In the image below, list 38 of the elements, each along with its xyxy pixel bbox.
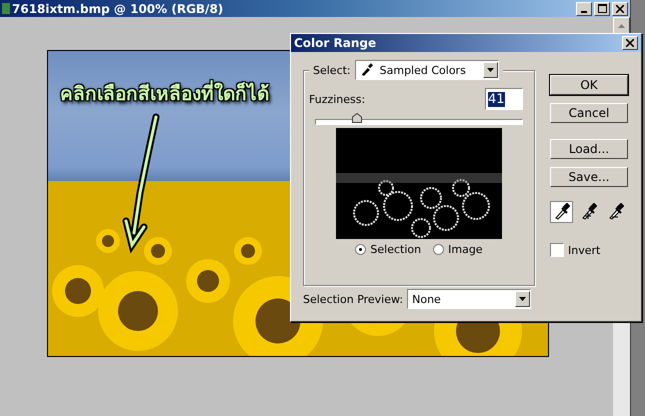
scroll-up-button[interactable] (613, 17, 630, 34)
close-button[interactable] (612, 2, 628, 16)
callout-text: คลิกเลือกสีเหลืองที่ใดก็ได้ (60, 78, 269, 108)
document-icon (2, 2, 10, 15)
eyedropper-icon (360, 63, 374, 77)
minimize-icon (581, 10, 587, 12)
radio-button[interactable] (433, 244, 444, 255)
close-icon (616, 4, 624, 12)
fuzziness-slider[interactable] (315, 113, 523, 125)
selection-preview-label: Selection Preview: (303, 292, 404, 306)
radio-button[interactable] (355, 244, 366, 255)
slider-thumb[interactable] (352, 113, 362, 123)
eyedropper-tool-button[interactable] (550, 201, 574, 223)
document-title: 7618ixtm.bmp @ 100% (RGB/8) (12, 2, 224, 16)
dialog-button[interactable]: OK (550, 75, 628, 95)
select-dropdown[interactable]: Sampled Colors (354, 60, 499, 80)
close-icon (626, 39, 634, 47)
dialog-close-button[interactable] (622, 36, 638, 50)
radio-label[interactable]: Image (448, 243, 483, 256)
fuzziness-field[interactable]: 41 (485, 88, 523, 110)
eyedropper-icon (554, 203, 570, 221)
eyedropper-plus-icon (580, 203, 597, 221)
radio-label[interactable]: Selection (370, 243, 422, 256)
maximize-icon (598, 4, 606, 13)
dialog-button[interactable]: Cancel (550, 103, 628, 123)
dialog-title: Color Range (294, 36, 378, 50)
selection-preview-dropdown[interactable]: None (407, 289, 532, 309)
select-label: Select: (313, 64, 351, 76)
up-arrow-icon (618, 24, 625, 28)
eyedropper-minus-icon (608, 203, 624, 221)
invert-checkbox[interactable]: Invert (550, 243, 628, 257)
dropdown-arrow-icon (519, 297, 526, 301)
dialog-button[interactable]: Save... (550, 167, 628, 187)
dropdown-arrow-icon (486, 68, 494, 72)
fuzziness-label: Fuzziness: (309, 92, 366, 106)
dialog-button[interactable]: Load... (550, 139, 628, 159)
minimize-button[interactable] (576, 2, 592, 16)
maximize-button[interactable] (594, 2, 610, 16)
